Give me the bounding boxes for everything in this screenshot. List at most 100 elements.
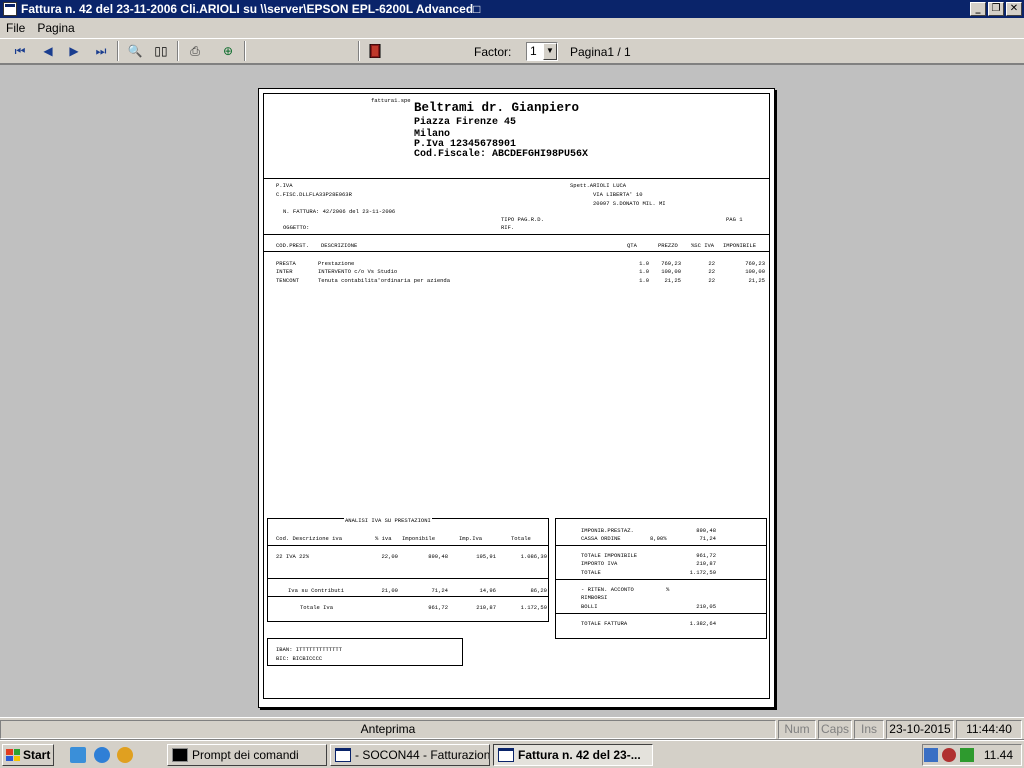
title-bar: Fattura n. 42 del 23-11-2006 Cli.ARIOLI … <box>0 0 1024 18</box>
divider <box>268 545 548 546</box>
task-label: - SOCON44 - Fatturazion... <box>355 748 490 762</box>
row-qta: 1.0 <box>639 260 649 267</box>
row-iva: 22 <box>708 268 715 275</box>
totale-value: 1.172,59 <box>689 569 716 576</box>
minimize-icon[interactable]: _ <box>970 2 986 16</box>
recipient-name: Spett.ARIOLI LUCA <box>570 182 627 189</box>
menu-file[interactable]: File <box>0 21 31 35</box>
imponib-value: 890,48 <box>696 527 716 534</box>
recipient-city: 20097 S.DONATO MIL. MI <box>593 200 666 207</box>
internet-explorer-icon[interactable] <box>94 747 110 763</box>
iva-row-iva: 195,91 <box>476 553 496 560</box>
last-page-icon[interactable]: ⏭ <box>90 41 112 61</box>
tot-imp-value: 961,72 <box>696 552 716 559</box>
zoom-icon[interactable]: 🔍 <box>124 41 146 61</box>
network-icon[interactable] <box>923 748 938 762</box>
update-icon[interactable] <box>959 748 974 762</box>
divider <box>268 596 548 597</box>
status-date: 23-10-2015 <box>886 720 954 739</box>
oggetto-label: OGGETTO: <box>283 224 310 231</box>
chevron-down-icon[interactable]: ▼ <box>543 43 557 60</box>
security-icon[interactable] <box>941 748 956 762</box>
window-controls: _ ❐ ✕ <box>970 2 1022 16</box>
next-page-icon[interactable]: ▶ <box>63 41 85 61</box>
console-icon <box>172 748 188 762</box>
status-caps: Caps <box>818 720 852 739</box>
prev-page-icon[interactable]: ◀ <box>37 41 59 61</box>
bank-box: IBAN: ITTTTTTTTTTTTT BIC: BICBICCCC <box>267 638 463 666</box>
app-icon <box>3 2 17 16</box>
cassa-value: 71,24 <box>699 535 716 542</box>
row-price: 769,23 <box>661 260 681 267</box>
iva-col-tot: Totale <box>511 535 531 542</box>
iva-contrib-label: Iva su Contributi <box>288 587 345 594</box>
divider <box>556 613 766 614</box>
invoice-number: N. FATTURA: 42/2006 del 23-11-2006 <box>283 208 396 215</box>
page-number: PAG 1 <box>726 216 743 223</box>
show-desktop-icon[interactable] <box>70 747 86 763</box>
iva-col-pct: % iva <box>375 535 392 542</box>
iva-amount-label: IMPORTO IVA <box>581 560 618 567</box>
toolbar-separator <box>358 41 360 61</box>
row-imp: 769,23 <box>745 260 765 267</box>
iva-contrib-tot: 86,20 <box>530 587 547 594</box>
iva-contrib-pct: 21,00 <box>381 587 398 594</box>
row-desc: Prestazione <box>318 260 355 267</box>
status-bar: Anteprima Num Caps Ins 23-10-2015 11:44:… <box>0 717 1024 739</box>
rif-label: RIF. <box>501 224 515 231</box>
recipient-street: VIA LIBERTA' 10 <box>593 191 643 198</box>
exit-door-icon[interactable] <box>364 41 386 61</box>
issuer-name: Beltrami dr. Gianpiero <box>414 101 580 115</box>
iva-analysis-box: ANALISI IVA SU PRESTAZIONI Cod. Descrizi… <box>267 517 549 622</box>
row-price: 100,00 <box>661 268 681 275</box>
iva-total-tot: 1.172,59 <box>520 604 547 611</box>
menu-pagina[interactable]: Pagina <box>31 21 80 35</box>
factor-select[interactable]: 1 ▼ <box>526 42 558 61</box>
row-qta: 1.0 <box>639 277 649 284</box>
client-cf: C.FISC.DLLFLA33P28E063R <box>276 191 352 198</box>
status-ins: Ins <box>854 720 884 739</box>
task-fattura[interactable]: Fattura n. 42 del 23-... <box>493 744 653 766</box>
bolli-label: BOLLI <box>581 603 598 610</box>
printer-icon[interactable]: ⎙ <box>184 41 206 61</box>
iva-row-pct: 22,00 <box>381 553 398 560</box>
iva-analysis-title: ANALISI IVA SU PRESTAZIONI <box>344 517 432 524</box>
media-player-icon[interactable] <box>117 747 133 763</box>
divider <box>263 178 770 179</box>
invoice-page: fattura1.spe Beltrami dr. Gianpiero Piaz… <box>258 88 775 708</box>
toolbar-separator <box>244 41 246 61</box>
first-page-icon[interactable]: ⏮ <box>9 41 31 61</box>
windows-logo-icon <box>6 749 20 761</box>
row-iva: 22 <box>708 260 715 267</box>
toolbar: ⏮ ◀ ▶ ⏭ 🔍 ▯▯ ⎙ ⊕ Factor: 1 ▼ Pagina1 / 1 <box>0 38 1024 64</box>
issuer-address: Piazza Firenze 45 <box>414 117 517 128</box>
divider <box>556 579 766 580</box>
task-socon[interactable]: - SOCON44 - Fatturazion... <box>330 744 490 766</box>
iva-total-iva: 210,87 <box>476 604 496 611</box>
task-label: Fattura n. 42 del 23-... <box>518 748 641 762</box>
two-pages-icon[interactable]: ▯▯ <box>150 41 172 61</box>
preview-viewport[interactable]: fattura1.spe Beltrami dr. Gianpiero Piaz… <box>0 65 1024 717</box>
tray-clock: 11.44 <box>983 748 1013 762</box>
close-icon[interactable]: ✕ <box>1006 2 1022 16</box>
taskbar: Start Prompt dei comandi - SOCON44 - Fat… <box>0 740 1024 768</box>
file-tag: fattura1.spe <box>371 97 411 104</box>
toolbar-separator <box>117 41 119 61</box>
restore-icon[interactable]: ❐ <box>988 2 1004 16</box>
row-code: PRESTA <box>276 260 296 267</box>
start-button[interactable]: Start <box>2 744 54 766</box>
bolli-value: 210,05 <box>696 603 716 610</box>
factor-label: Factor: <box>474 45 512 59</box>
fattura-total-label: TOTALE FATTURA <box>581 620 628 627</box>
task-prompt[interactable]: Prompt dei comandi <box>167 744 327 766</box>
toolbar-separator <box>177 41 179 61</box>
iva-total-imp: 961,72 <box>428 604 448 611</box>
row-price: 21,25 <box>664 277 681 284</box>
ritenuta-pct: % <box>666 586 670 593</box>
iva-col-imp: Imponibile <box>402 535 436 542</box>
col-desc: DESCRIZIONE <box>321 242 358 249</box>
status-num: Num <box>778 720 816 739</box>
col-qta: QTA <box>627 242 637 249</box>
divider <box>263 251 770 252</box>
export-icon[interactable]: ⊕ <box>217 41 239 61</box>
